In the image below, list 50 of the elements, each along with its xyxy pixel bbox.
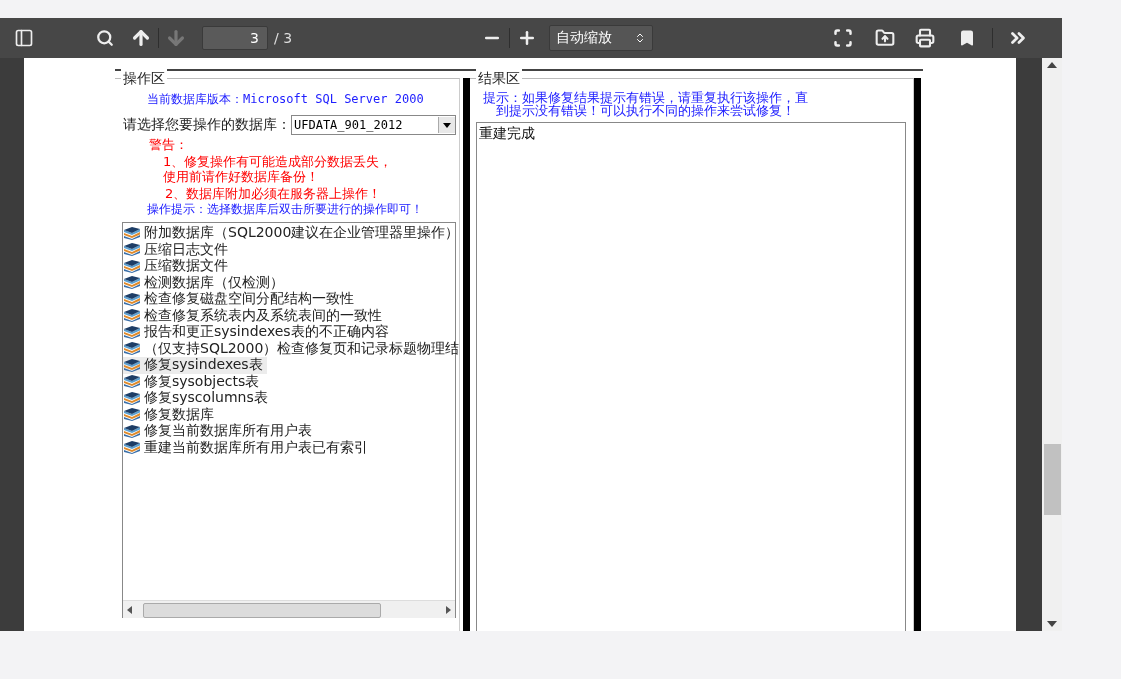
operation-item[interactable]: 重建当前数据库所有用户表已有索引: [123, 439, 372, 456]
books-icon: [123, 292, 141, 306]
books-icon: [123, 276, 141, 290]
operation-item[interactable]: 报告和更正sysindexes表的不正确内容: [123, 324, 393, 341]
operation-hint: 操作提示：选择数据库后双击所要进行的操作即可！: [147, 201, 424, 218]
horizontal-scrollbar[interactable]: [123, 600, 455, 618]
operation-item[interactable]: 压缩日志文件: [123, 241, 232, 258]
operation-item[interactable]: 修复当前数据库所有用户表: [123, 423, 316, 440]
result-hint: 提示：如果修复结果提示有错误，请重复执行该操作，直到提示没有错误！可以执行不同的操作来尝试修复！: [481, 91, 809, 117]
operation-item[interactable]: 检测数据库（仅检测）: [123, 274, 288, 291]
database-label: 请选择您要操作的数据库：: [123, 116, 291, 134]
operation-item[interactable]: 压缩数据文件: [123, 258, 232, 275]
page-count: / 3: [274, 30, 293, 46]
operation-item[interactable]: 检查修复系统表内及系统表间的一致性: [123, 307, 386, 324]
warning-text: 2、数据库附加必须在服务器上操作！: [165, 186, 383, 201]
books-icon: [123, 309, 141, 323]
operation-item[interactable]: 修复sysindexes表: [123, 357, 267, 374]
arrow-down-icon[interactable]: [1047, 621, 1057, 627]
vertical-scrollbar[interactable]: [1042, 58, 1062, 631]
books-icon: [123, 391, 141, 405]
warning-title: 警告：: [149, 137, 189, 152]
books-icon: [123, 375, 141, 389]
books-icon: [123, 358, 141, 372]
version-text: 当前数据库版本：Microsoft SQL Server 2000: [147, 91, 425, 108]
panel-legend: 操作区: [121, 69, 167, 87]
books-icon: [123, 424, 141, 438]
books-icon: [123, 408, 141, 422]
result-output: 重建完成: [476, 122, 906, 631]
database-select[interactable]: UFDATA_901_2012: [291, 115, 456, 135]
arrow-left-icon[interactable]: [127, 605, 132, 614]
operation-item[interactable]: 修复syscolumns表: [123, 390, 272, 407]
books-icon: [123, 226, 141, 240]
arrow-right-icon[interactable]: [446, 605, 451, 614]
books-icon: [123, 325, 141, 339]
books-icon: [123, 342, 141, 356]
operation-item[interactable]: （仅支持SQL2000）检查修复页和记录标题物理结: [123, 340, 464, 357]
books-icon: [123, 441, 141, 455]
zoom-select[interactable]: 自动缩放: [549, 25, 654, 51]
operation-item[interactable]: 附加数据库（SQL2000建议在企业管理器里操作）: [123, 225, 464, 242]
scrollbar-thumb[interactable]: [1044, 444, 1061, 515]
arrow-up-icon[interactable]: [1047, 62, 1057, 68]
books-icon: [123, 243, 141, 257]
page-number-field[interactable]: 3: [202, 26, 268, 50]
scrollbar-thumb[interactable]: [143, 603, 381, 618]
warning-text: 1、修复操作有可能造成部分数据丢失，使用前请作好数据库备份！: [163, 154, 394, 184]
operation-item[interactable]: 修复数据库: [123, 406, 218, 423]
operation-item[interactable]: 检查修复磁盘空间分配结构一致性: [123, 291, 358, 308]
panel-legend: 结果区: [476, 69, 522, 87]
operation-item[interactable]: 修复sysobjects表: [123, 373, 264, 390]
books-icon: [123, 259, 141, 273]
